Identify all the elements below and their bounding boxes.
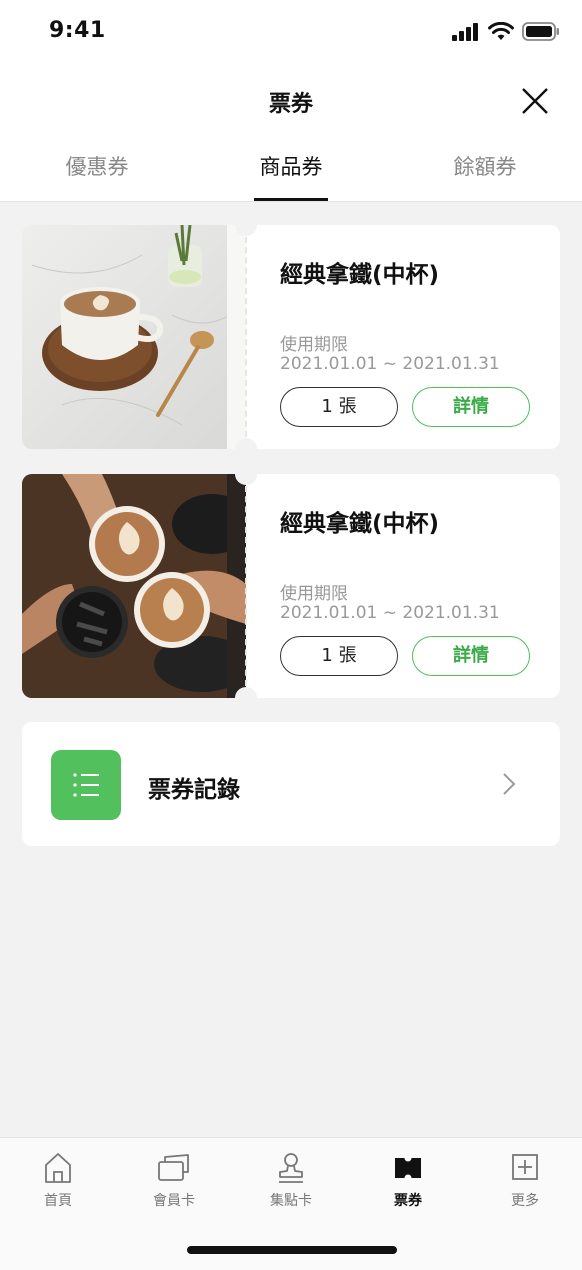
status-time: 9:41	[49, 18, 106, 43]
tabbar-label: 更多	[511, 1193, 539, 1209]
list-icon	[51, 750, 121, 820]
coffee-cheers-photo	[22, 474, 246, 698]
quantity-button[interactable]: 1 張	[280, 387, 398, 427]
ticket-notch	[235, 214, 257, 236]
status-bar: 9:41	[0, 0, 582, 64]
ticket-card[interactable]: 經典拿鐵(中杯) 使用期限 2021.01.01 ~ 2021.01.31 1 …	[22, 463, 560, 709]
tab-product-vouchers[interactable]: 商品券	[194, 136, 388, 201]
member-card-icon	[158, 1154, 189, 1181]
close-icon[interactable]	[520, 86, 550, 116]
tab-coupons[interactable]: 優惠券	[0, 136, 194, 201]
validity-range: 2021.01.01 ~ 2021.01.31	[280, 354, 500, 374]
details-button[interactable]: 詳情	[412, 636, 530, 676]
page-title: 票券	[268, 92, 313, 117]
validity-range: 2021.01.01 ~ 2021.01.31	[280, 603, 500, 623]
chevron-right-icon	[503, 773, 516, 795]
home-indicator	[187, 1246, 397, 1254]
tabbar-label: 會員卡	[153, 1193, 195, 1209]
validity-label: 使用期限	[280, 584, 348, 604]
plus-box-icon	[512, 1154, 538, 1180]
ticket-notch	[235, 463, 257, 485]
tabbar-stamp-card[interactable]: 集點卡	[241, 1152, 341, 1210]
ticket-icon	[395, 1154, 421, 1182]
ticket-card[interactable]: 經典拿鐵(中杯) 使用期限 2021.01.01 ~ 2021.01.31 1 …	[22, 214, 560, 460]
status-icons	[452, 22, 560, 41]
latte-photo	[22, 225, 246, 449]
ticket-notch	[235, 438, 257, 460]
tabbar-member-card[interactable]: 會員卡	[124, 1152, 224, 1210]
quantity-button[interactable]: 1 張	[280, 636, 398, 676]
tabbar-label: 集點卡	[270, 1193, 312, 1209]
details-button[interactable]: 詳情	[412, 387, 530, 427]
ticket-perforation	[245, 237, 247, 437]
ticket-body: 經典拿鐵(中杯) 使用期限 2021.01.01 ~ 2021.01.31 1 …	[246, 225, 560, 449]
tabbar-label: 首頁	[44, 1193, 72, 1209]
ticket-notch	[235, 687, 257, 709]
stamp-icon	[279, 1153, 303, 1183]
ticket-perforation	[245, 486, 247, 686]
ticket-record-label: 票券記錄	[148, 777, 240, 803]
ticket-title: 經典拿鐵(中杯)	[280, 262, 440, 288]
tab-balance-vouchers[interactable]: 餘額券	[388, 136, 582, 201]
home-icon	[45, 1153, 71, 1183]
tabbar-home[interactable]: 首頁	[8, 1152, 108, 1210]
tabbar-label: 票券	[394, 1193, 422, 1209]
tabbar-tickets[interactable]: 票券	[358, 1152, 458, 1210]
tabbar-more[interactable]: 更多	[475, 1152, 575, 1210]
ticket-title: 經典拿鐵(中杯)	[280, 511, 440, 537]
tab-bar: 優惠券 商品券 餘額券	[0, 136, 582, 202]
ticket-record-row[interactable]: 票券記錄	[22, 722, 560, 846]
validity-label: 使用期限	[280, 335, 348, 355]
signal-icon	[452, 22, 478, 41]
ticket-body: 經典拿鐵(中杯) 使用期限 2021.01.01 ~ 2021.01.31 1 …	[246, 474, 560, 698]
nav-header: 票券	[0, 64, 582, 136]
battery-icon	[522, 22, 559, 41]
wifi-icon	[488, 22, 514, 40]
